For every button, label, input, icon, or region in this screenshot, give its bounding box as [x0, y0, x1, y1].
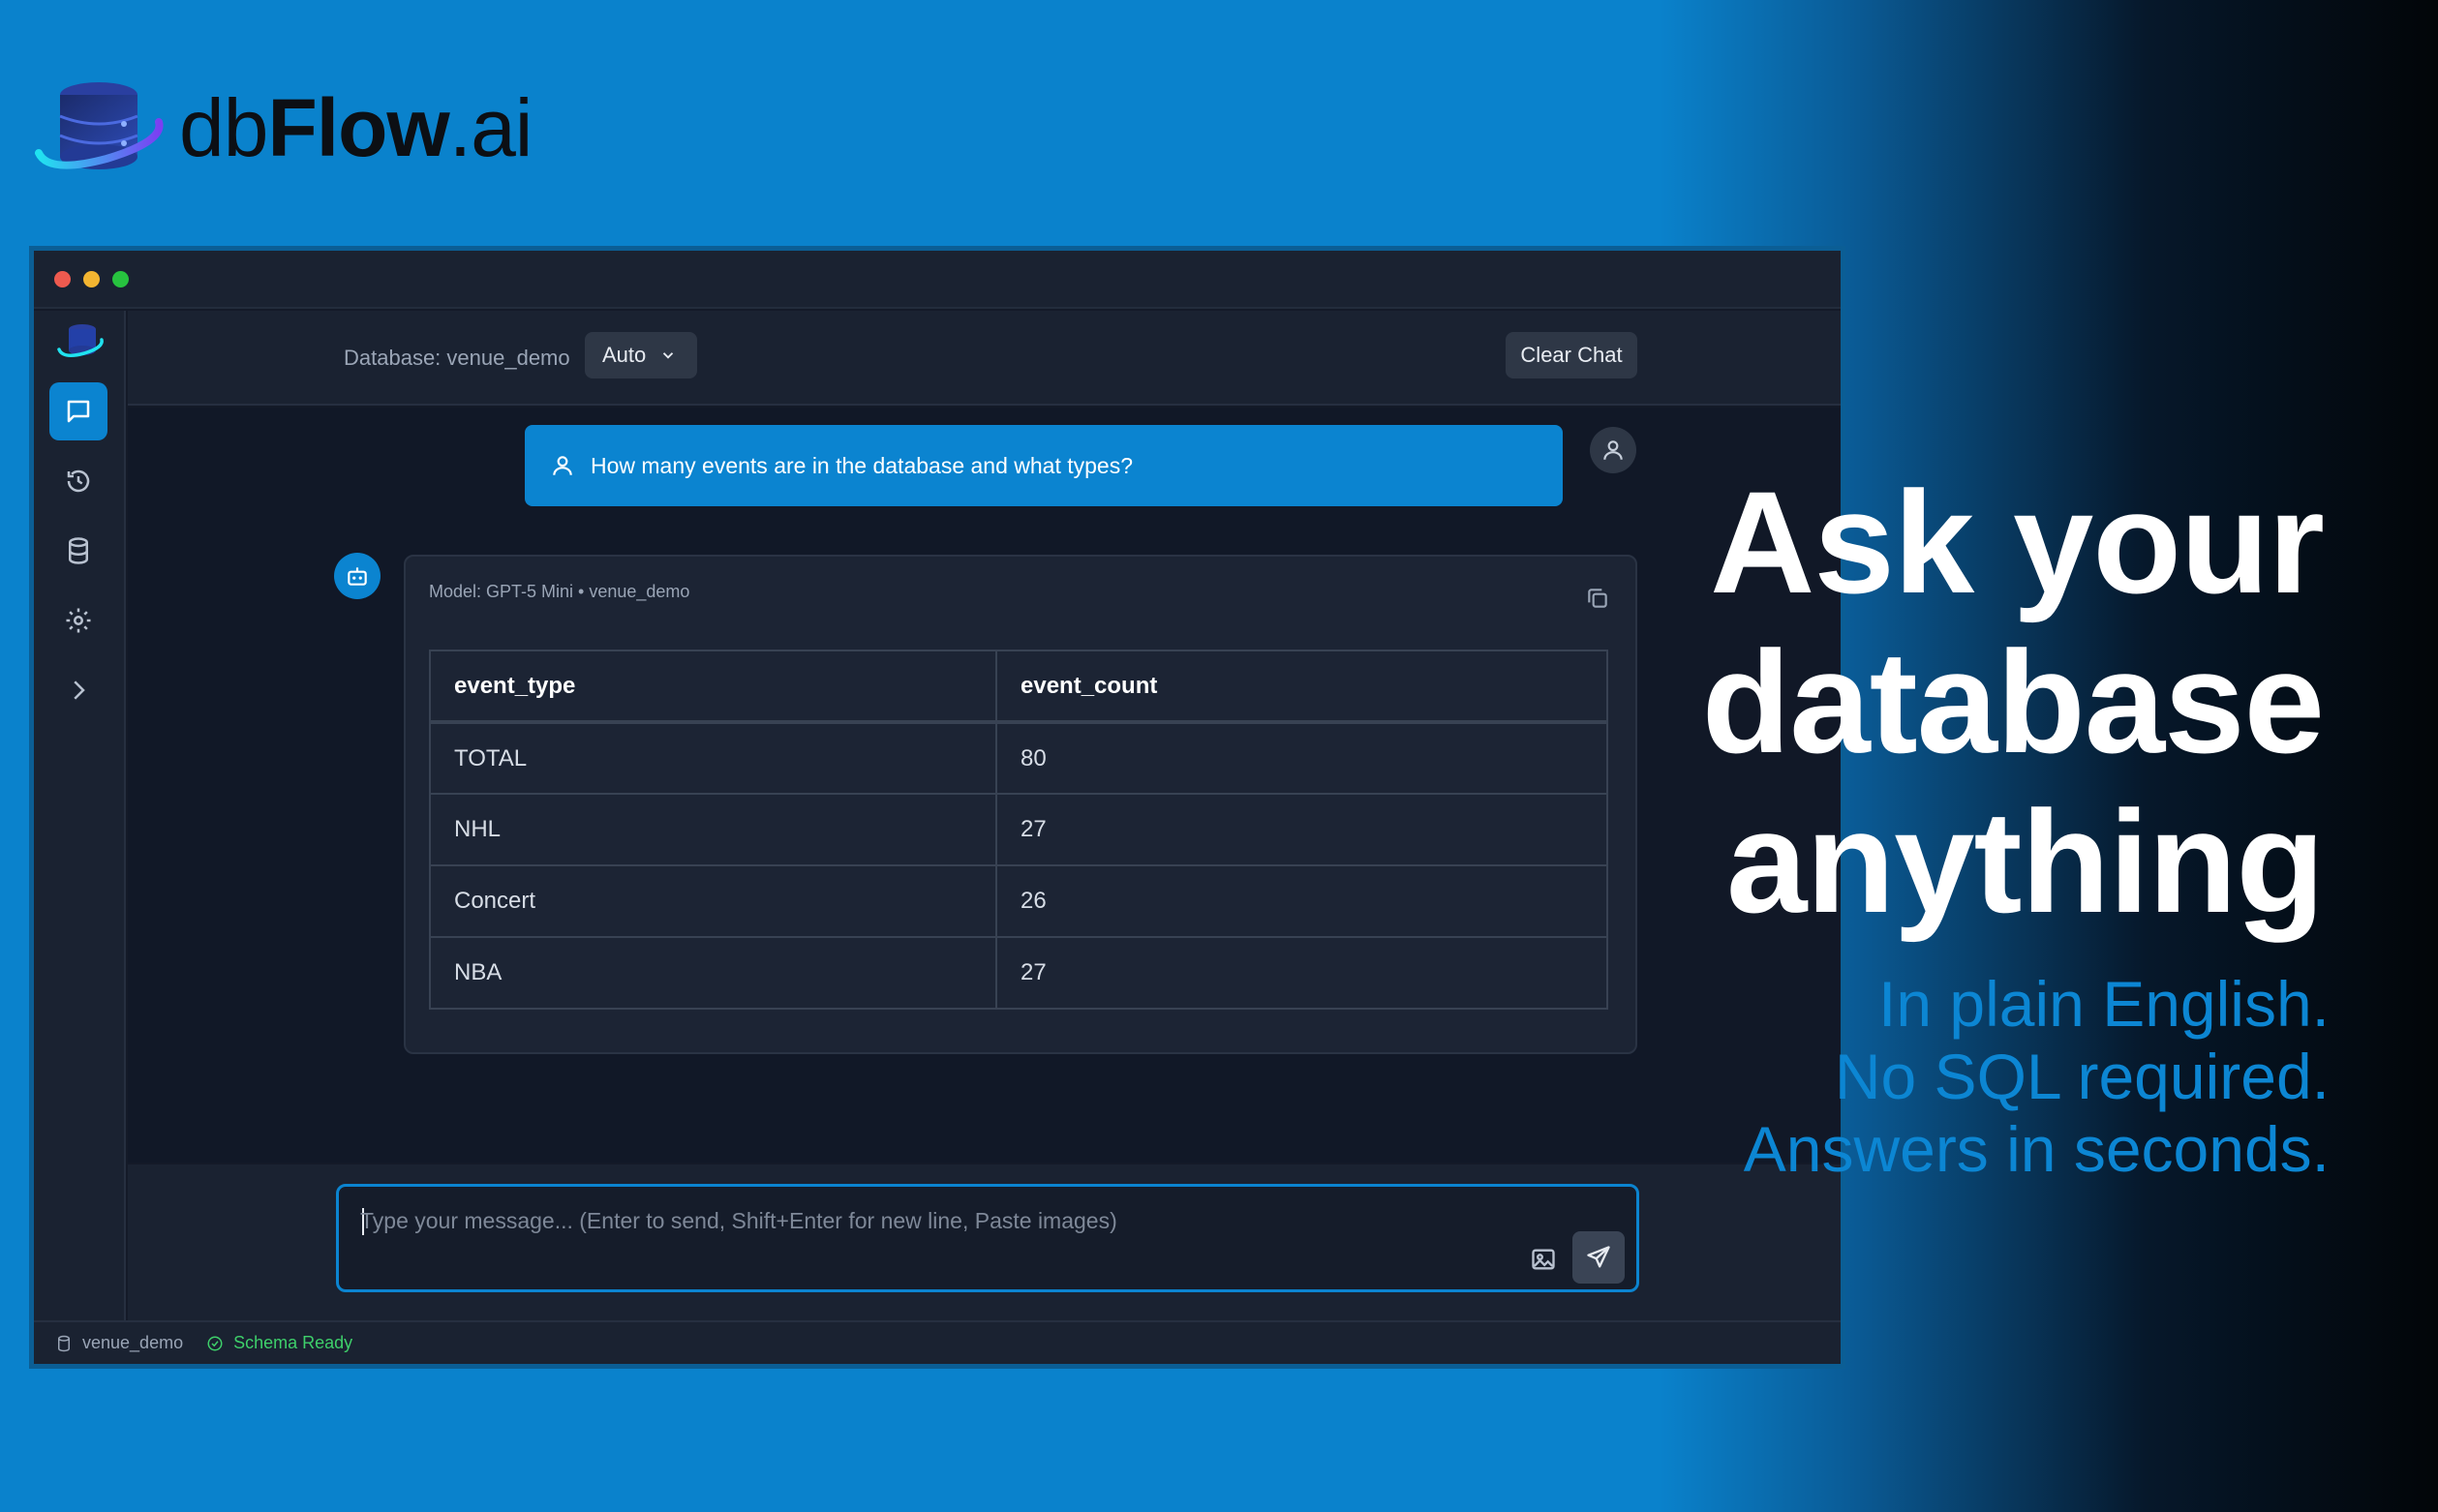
headline-line: anything	[1726, 780, 2325, 943]
message-box	[336, 1184, 1639, 1292]
status-database-name: venue_demo	[82, 1333, 184, 1352]
sidebar-expand-button[interactable]	[49, 661, 107, 719]
minimize-window-button[interactable]	[83, 271, 100, 287]
chevron-right-icon	[74, 680, 85, 700]
chevron-down-icon	[663, 352, 674, 359]
attach-image-button[interactable]	[1525, 1241, 1562, 1278]
sidebar-item-chat[interactable]	[49, 382, 107, 440]
headline-line: database	[1701, 620, 2325, 783]
database-icon	[58, 1335, 70, 1351]
dbflow-logo: dbFlow.ai	[29, 74, 533, 182]
column-header: event_count	[995, 650, 1608, 723]
window-titlebar	[34, 251, 1841, 309]
close-window-button[interactable]	[54, 271, 71, 287]
sidebar-item-database[interactable]	[49, 522, 107, 580]
subline: No SQL required.	[1834, 1041, 2330, 1112]
bot-avatar	[334, 553, 381, 599]
gear-icon	[66, 608, 91, 633]
logo-wordmark: dbFlow.ai	[179, 82, 533, 173]
promo-sublines: In plain English. No SQL required. Answe…	[1555, 968, 2330, 1186]
subline: Answers in seconds.	[1743, 1113, 2330, 1185]
table-cell: TOTAL	[429, 721, 997, 795]
result-table: event_type event_count TOTAL 80 NHL 27 C…	[429, 650, 1608, 1010]
clear-chat-button[interactable]: Clear Chat	[1506, 332, 1637, 378]
message-input[interactable]	[360, 1204, 1474, 1237]
send-button[interactable]	[1572, 1231, 1625, 1284]
chat-header: Database: venue_demo Auto Clear Chat	[128, 311, 1841, 406]
table-cell: 27	[995, 793, 1608, 866]
maximize-window-button[interactable]	[112, 271, 129, 287]
composer	[128, 1164, 1841, 1325]
database-label: Database: venue_demo	[344, 346, 570, 370]
status-database: venue_demo	[55, 1333, 183, 1353]
status-schema: Schema Ready	[206, 1333, 352, 1353]
table-row: Concert 26	[429, 864, 1608, 938]
history-icon	[67, 469, 90, 493]
user-message-text: How many events are in the database and …	[591, 452, 1134, 478]
subline: In plain English.	[1878, 968, 2330, 1040]
send-icon	[1587, 1246, 1610, 1268]
table-cell: NHL	[429, 793, 997, 866]
table-row: TOTAL 80	[429, 721, 1608, 795]
database-icon	[69, 537, 88, 564]
user-icon	[1603, 440, 1623, 460]
table-header-row: event_type event_count	[429, 650, 1608, 723]
promo-headline: Ask your database anything	[1549, 461, 2325, 943]
database-ring-logo-icon	[35, 82, 164, 169]
user-message: How many events are in the database and …	[525, 425, 1563, 506]
sidebar-item-settings[interactable]	[49, 591, 107, 650]
app-logo-icon	[57, 324, 104, 357]
status-bar: venue_demo Schema Ready	[34, 1320, 1841, 1364]
column-header: event_type	[429, 650, 997, 723]
table-row: NBA 27	[429, 936, 1608, 1010]
table-cell: Concert	[429, 864, 997, 938]
table-cell: 26	[995, 864, 1608, 938]
model-select-value: Auto	[602, 343, 647, 367]
user-icon	[553, 456, 572, 475]
sidebar-item-history[interactable]	[49, 452, 107, 510]
table-row: NHL 27	[429, 793, 1608, 866]
image-icon	[1532, 1249, 1555, 1270]
chat-bubble-icon	[67, 400, 90, 423]
table-cell: 80	[995, 721, 1608, 795]
answer-meta: Model: GPT-5 Mini • venue_demo	[429, 582, 690, 601]
model-select[interactable]: Auto	[585, 332, 697, 378]
headline-line: Ask your	[1710, 461, 2325, 623]
table-cell: NBA	[429, 936, 997, 1010]
bot-icon	[348, 567, 367, 586]
check-circle-icon	[207, 1336, 223, 1350]
assistant-answer-card: Model: GPT-5 Mini • venue_demo event_typ…	[404, 555, 1637, 1054]
sidebar	[34, 311, 126, 1320]
table-cell: 27	[995, 936, 1608, 1010]
status-schema-text: Schema Ready	[233, 1333, 353, 1352]
